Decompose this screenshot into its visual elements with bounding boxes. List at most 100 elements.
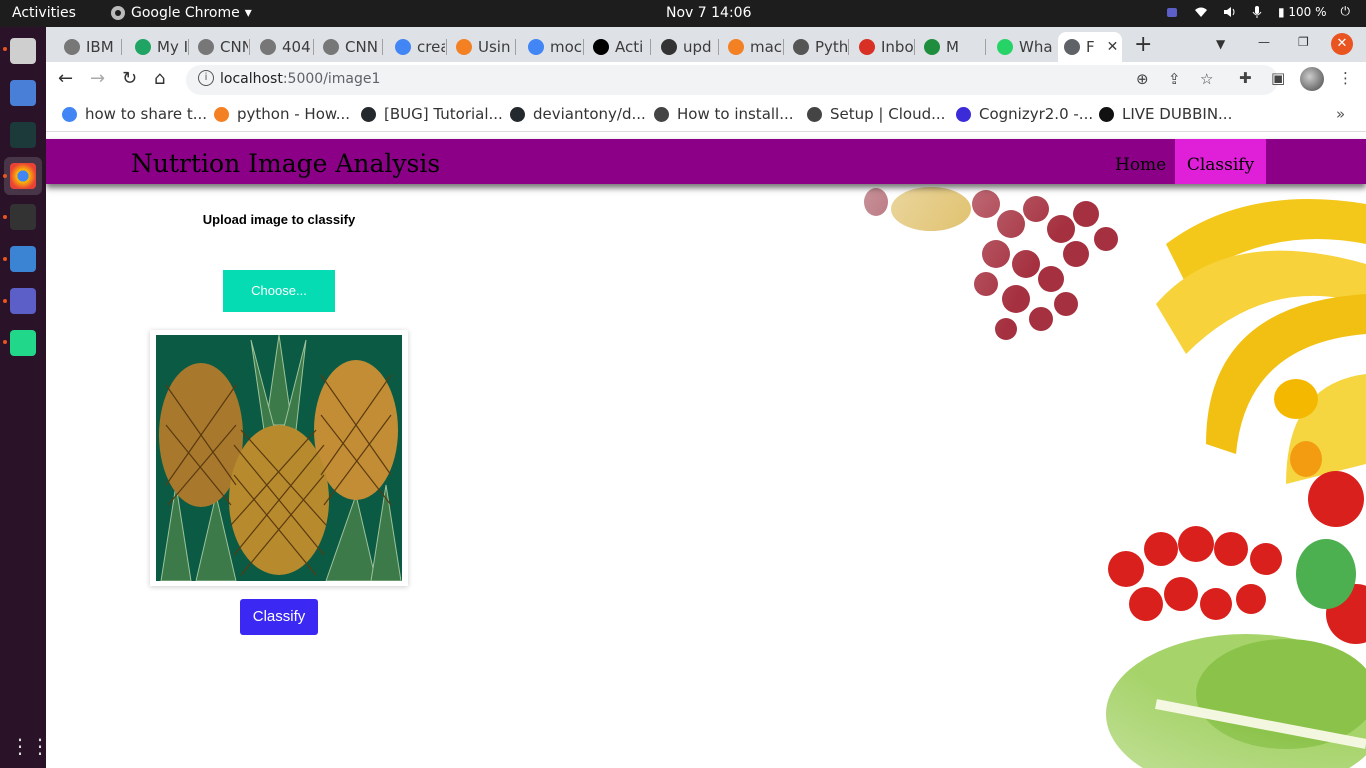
files-icon[interactable] — [10, 38, 36, 64]
url-path: :5000/image1 — [282, 71, 381, 87]
system-top-bar: Activities Google Chrome ▾ Nov 7 14:06 ▮… — [0, 0, 1366, 27]
uploaded-pineapple-image — [156, 335, 402, 581]
bookmark-favicon-icon — [510, 106, 525, 122]
tab-favicon-icon — [135, 39, 151, 55]
site-info-icon[interactable]: i — [198, 70, 214, 86]
forward-icon[interactable]: → — [90, 68, 105, 89]
choose-file-button[interactable]: Choose... — [223, 270, 335, 312]
show-apps-grid-icon[interactable]: ⋮⋮ — [10, 733, 50, 759]
chrome-icon[interactable] — [10, 163, 36, 189]
tab-separator — [313, 39, 314, 55]
browser-tab[interactable]: Acti — [587, 32, 649, 62]
url-text[interactable]: localhost:5000/image1 — [220, 71, 380, 87]
chevron-down-icon: ▾ — [244, 5, 252, 21]
text-editor-icon[interactable] — [10, 246, 36, 272]
bookmark-favicon-icon — [654, 106, 669, 122]
teams-icon[interactable] — [10, 288, 36, 314]
bookmark-label: how to share t... — [85, 105, 208, 123]
bookmark-item[interactable]: How to install... — [654, 105, 794, 123]
minimize-icon[interactable]: — — [1258, 35, 1270, 49]
bookmark-item[interactable]: Cognizyr2.0 -... — [956, 105, 1093, 123]
new-tab-icon[interactable]: + — [1134, 32, 1152, 57]
activities-button[interactable]: Activities — [12, 5, 76, 21]
tab-separator — [650, 39, 651, 55]
clock[interactable]: Nov 7 14:06 — [666, 5, 751, 21]
browser-tab[interactable]: Wha — [991, 32, 1053, 62]
running-indicator — [3, 257, 7, 261]
tab-separator — [848, 39, 849, 55]
browser-tab[interactable]: CNN — [192, 32, 248, 62]
side-panel-icon[interactable]: ▣ — [1271, 69, 1285, 87]
tab-separator — [914, 39, 915, 55]
bookmark-star-icon[interactable]: ☆ — [1200, 70, 1213, 88]
menu-dots-icon[interactable]: ⋮ — [1338, 69, 1353, 87]
running-indicator — [3, 47, 7, 51]
tab-favicon-icon — [593, 39, 609, 55]
tab-favicon-icon — [395, 39, 411, 55]
tab-favicon-icon — [456, 39, 472, 55]
bookmark-item[interactable]: python - How... — [214, 105, 350, 123]
tab-label: IBM — [86, 38, 114, 56]
window-close-icon[interactable]: ✕ — [1331, 33, 1353, 55]
browser-tab[interactable]: F ✕ — [1058, 32, 1122, 62]
classify-button[interactable]: Classify — [240, 599, 318, 635]
bookmark-item[interactable]: [BUG] Tutorial... — [361, 105, 503, 123]
volume-icon — [1223, 6, 1235, 17]
bookmark-item[interactable]: deviantony/d... — [510, 105, 646, 123]
browser-tab[interactable]: Inbo — [853, 32, 913, 62]
running-indicator — [3, 299, 7, 303]
tab-label: Acti — [615, 38, 644, 56]
tab-separator — [249, 39, 250, 55]
app-menu[interactable]: Google Chrome ▾ — [110, 5, 252, 21]
tab-label: CNN — [345, 38, 378, 56]
tab-label: Wha — [1019, 38, 1053, 56]
screenshot-app-icon[interactable] — [10, 80, 36, 106]
tab-favicon-icon — [924, 39, 940, 55]
tab-label: Pyth — [815, 38, 847, 56]
upload-heading: Upload image to classify — [202, 212, 356, 227]
browser-tab[interactable]: upd — [655, 32, 717, 62]
terminal-icon[interactable] — [10, 204, 36, 230]
profile-avatar[interactable] — [1300, 67, 1324, 91]
more-bookmarks-icon[interactable]: » — [1336, 105, 1345, 123]
tab-search-chevron-icon[interactable]: ▼ — [1216, 37, 1225, 51]
chrome-app-icon — [111, 6, 125, 20]
browser-tab[interactable]: CNN — [317, 32, 381, 62]
browser-tab[interactable]: M — [918, 32, 984, 62]
home-icon[interactable]: ⌂ — [154, 68, 165, 89]
nav-classify-link[interactable]: Classify — [1175, 139, 1266, 184]
tab-separator — [783, 39, 784, 55]
browser-tab[interactable]: moc — [522, 32, 582, 62]
web-page: Nutrtion Image Analysis Home Classify Up… — [46, 132, 1366, 768]
bookmark-favicon-icon — [62, 106, 77, 122]
app-icon[interactable] — [10, 122, 36, 148]
browser-tab[interactable]: Usin — [450, 32, 514, 62]
image-preview-frame — [150, 330, 408, 586]
bookmark-favicon-icon — [1099, 106, 1114, 122]
extensions-icon[interactable]: ✚ — [1239, 69, 1252, 87]
bookmark-favicon-icon — [956, 106, 971, 122]
tab-strip: IBM My I CNN 404 CNN crea Usin moc Acti upd mac Pyt… — [46, 27, 1366, 62]
pycharm-icon[interactable] — [10, 330, 36, 356]
bookmark-item[interactable]: Setup | Cloud... — [807, 105, 945, 123]
maximize-icon[interactable]: ❐ — [1298, 35, 1309, 49]
system-tray[interactable]: ▮ 100 % ⏻ — [1166, 4, 1350, 19]
bookmark-label: python - How... — [237, 105, 351, 123]
bookmarks-bar: how to share t... python - How... [BUG] Tu… — [46, 98, 1366, 132]
browser-tab[interactable]: IBM — [58, 32, 120, 62]
browser-tab[interactable]: 404 — [254, 32, 312, 62]
browser-tab[interactable]: Pyth — [787, 32, 847, 62]
browser-tab[interactable]: mac — [722, 32, 782, 62]
share-icon[interactable]: ⇪ — [1168, 70, 1181, 88]
bookmark-item[interactable]: LIVE DUBBIN... — [1099, 105, 1232, 123]
bookmark-item[interactable]: how to share t... — [62, 105, 207, 123]
reload-icon[interactable]: ↻ — [122, 68, 137, 89]
back-icon[interactable]: ← — [58, 68, 73, 89]
zoom-icon[interactable]: ⊕ — [1136, 70, 1149, 88]
browser-tab[interactable]: My I — [129, 32, 187, 62]
browser-tab[interactable]: crea — [389, 32, 445, 62]
tab-separator — [446, 39, 447, 55]
nav-home-link[interactable]: Home — [1115, 155, 1166, 175]
tab-close-icon[interactable]: ✕ — [1107, 39, 1119, 55]
address-bar[interactable]: i localhost:5000/image1 ⊕ ⇪ ☆ — [186, 65, 1278, 95]
